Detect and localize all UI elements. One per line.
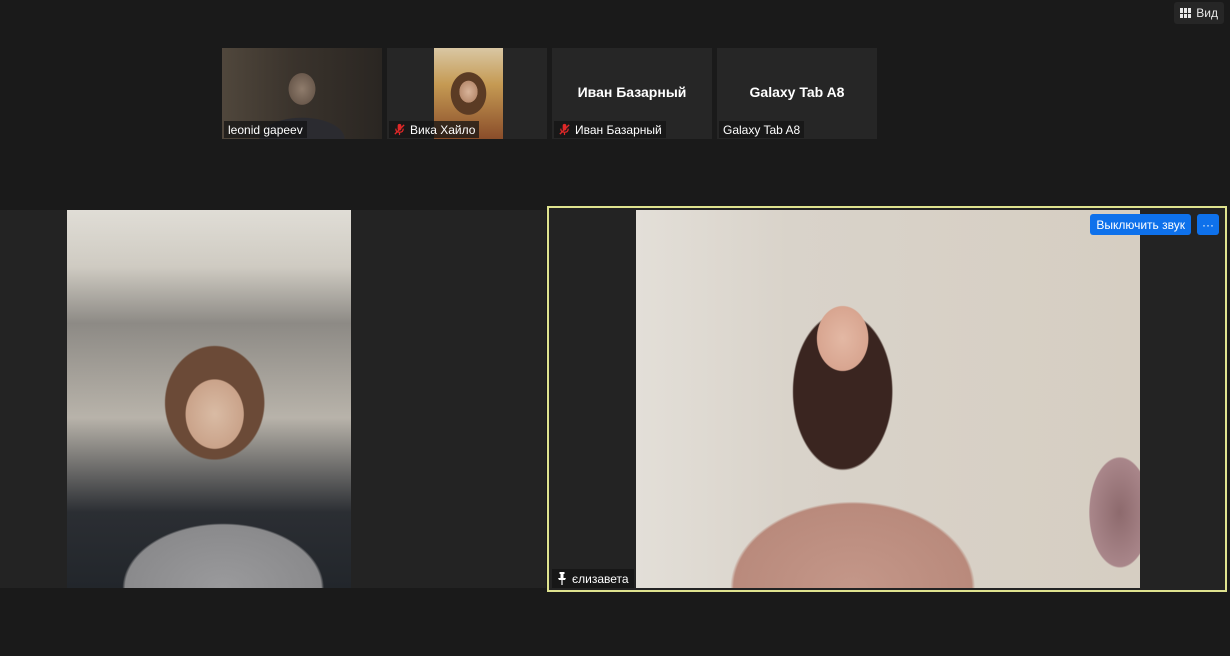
participant-name-tag: єлизавета [552, 569, 634, 588]
participant-name-tag: Иван Базарный [554, 121, 666, 138]
participant-tile-vika[interactable]: Вика Хайло [387, 48, 547, 139]
participant-name-tag: leonid gapeev [224, 121, 307, 138]
participant-name: Вика Хайло [410, 122, 476, 137]
participant-video [67, 210, 351, 588]
pin-icon [558, 572, 566, 585]
participant-video [636, 210, 1140, 588]
participant-tile-ivan[interactable]: Иван Базарный Иван Базарный [552, 48, 712, 139]
more-options-button[interactable]: ··· [1197, 214, 1219, 235]
participant-name-tag: Galaxy Tab A8 [719, 121, 805, 138]
thumbnail-strip: leonid gapeev Вика Хайло Иван Базарный И… [222, 48, 877, 139]
muted-mic-icon [559, 123, 570, 136]
participant-center-name: Galaxy Tab A8 [749, 84, 845, 100]
participant-name: Иван Базарный [575, 122, 662, 137]
grid-view-icon [1180, 8, 1192, 18]
participant-tile-galaxy[interactable]: Galaxy Tab A8 Galaxy Tab A8 [717, 48, 877, 139]
participant-name: Galaxy Tab A8 [723, 122, 801, 137]
participant-name: leonid gapeev [228, 122, 303, 137]
participant-name: єлизавета [572, 571, 629, 586]
active-speaker-tile[interactable]: Выключить звук ··· єлизавета [547, 206, 1227, 592]
participant-tile-main-left[interactable] [0, 210, 546, 588]
participant-tile-leonid[interactable]: leonid gapeev [222, 48, 382, 139]
muted-mic-icon [394, 123, 405, 136]
view-button-label: Вид [1196, 6, 1218, 20]
participant-center-name: Иван Базарный [577, 84, 687, 100]
view-button[interactable]: Вид [1174, 2, 1224, 24]
participant-name-tag: Вика Хайло [389, 121, 480, 138]
mute-participant-button[interactable]: Выключить звук [1090, 214, 1191, 235]
